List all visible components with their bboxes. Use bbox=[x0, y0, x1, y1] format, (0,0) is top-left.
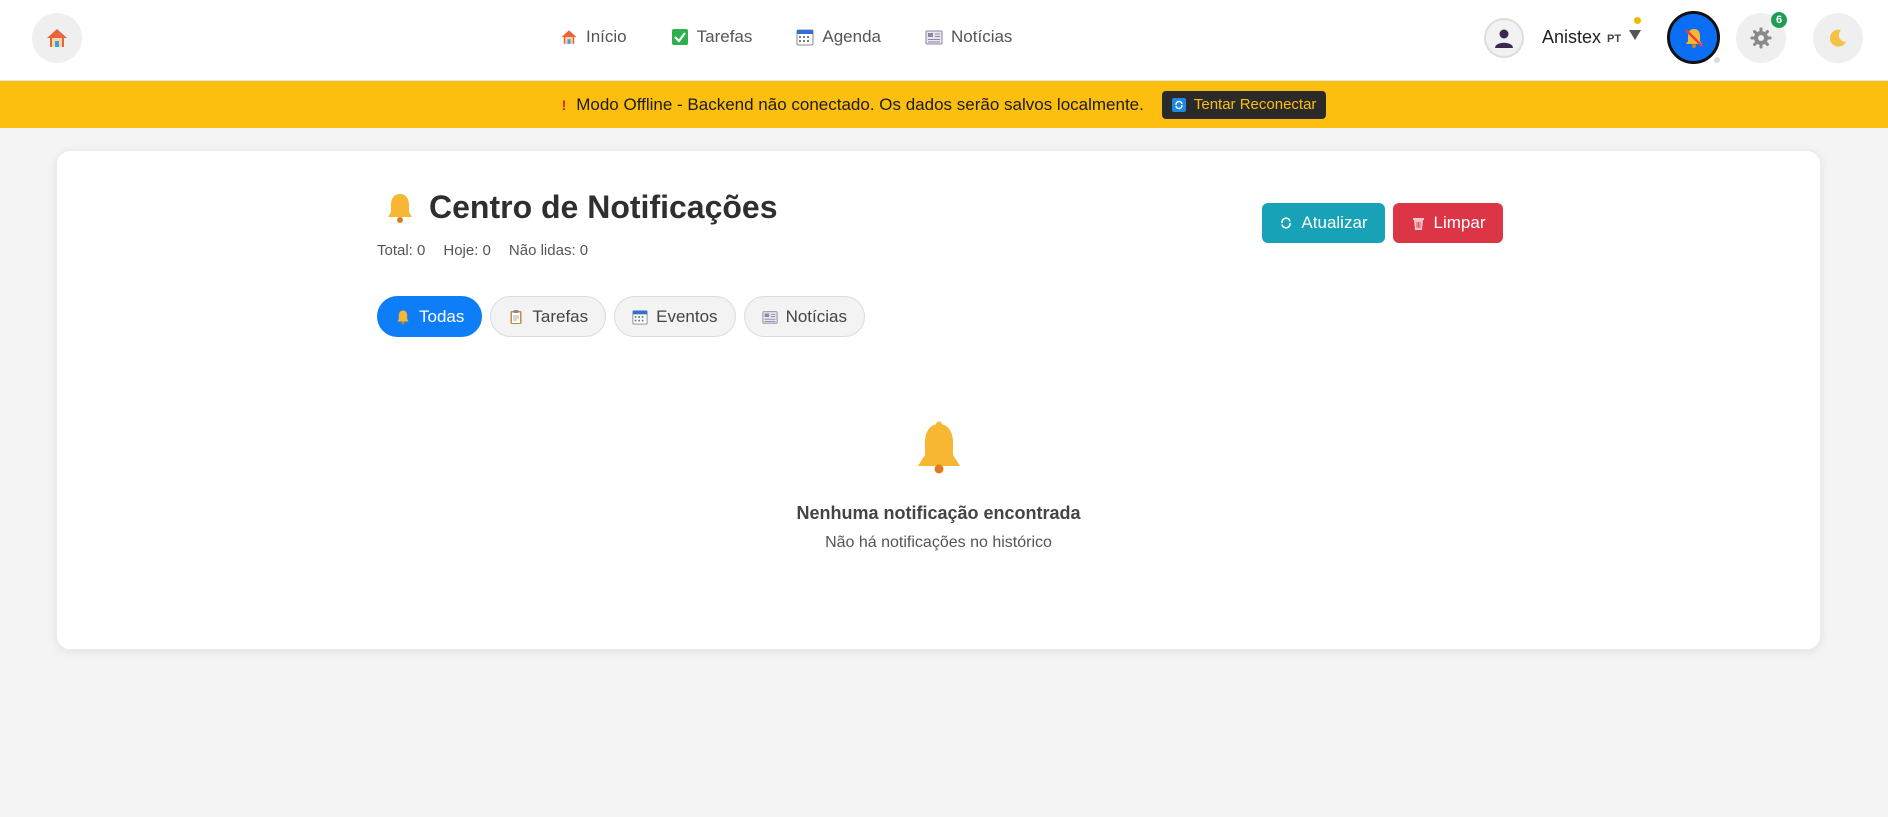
user-icon bbox=[1495, 29, 1513, 48]
stat-unread: Não lidas: 0 bbox=[508, 242, 589, 259]
refresh-icon bbox=[1281, 217, 1292, 229]
nav-item-tarefas[interactable]: Tarefas bbox=[671, 27, 753, 47]
user-avatar[interactable] bbox=[1484, 18, 1524, 58]
nav-item-agenda[interactable]: Agenda bbox=[796, 27, 881, 47]
notifications-button[interactable] bbox=[1667, 11, 1720, 64]
house-icon bbox=[47, 29, 67, 47]
refresh-icon bbox=[1171, 97, 1186, 112]
nav-item-label: Notícias bbox=[951, 27, 1013, 46]
tab-label: Tarefas bbox=[532, 306, 589, 326]
bell-icon bbox=[917, 421, 960, 474]
tab-eventos[interactable]: Eventos bbox=[614, 296, 736, 337]
empty-title: Nenhuma notificação encontrada bbox=[796, 503, 1081, 523]
reconnect-button[interactable]: Tentar Reconectar bbox=[1161, 90, 1327, 119]
refresh-label: Atualizar bbox=[1301, 213, 1368, 232]
home-button[interactable] bbox=[32, 13, 82, 63]
notification-stats: Total: 0 Hoje: 0 Não lidas: 0 bbox=[377, 242, 588, 259]
moon-icon bbox=[1829, 29, 1846, 47]
house-icon bbox=[560, 28, 578, 46]
tab-tarefas[interactable]: Tarefas bbox=[490, 296, 607, 337]
warning-icon: ! bbox=[561, 96, 567, 113]
chevron-down-icon[interactable] bbox=[1629, 30, 1641, 40]
indicator-dot bbox=[1714, 57, 1720, 63]
notifications-card: Centro de Notificações Total: 0 Hoje: 0 … bbox=[56, 150, 1821, 650]
theme-toggle-button[interactable] bbox=[1813, 13, 1863, 63]
language-badge: PT bbox=[1607, 33, 1622, 45]
offline-banner: ! Modo Offline - Backend não conectado. … bbox=[0, 81, 1888, 128]
tab-noticias[interactable]: Notícias bbox=[743, 296, 865, 337]
empty-subtitle: Não há notificações no histórico bbox=[825, 534, 1052, 551]
nav-item-label: Tarefas bbox=[696, 27, 753, 46]
nav-item-label: Início bbox=[586, 27, 627, 46]
tab-label: Eventos bbox=[656, 306, 718, 326]
calendar-icon bbox=[632, 309, 648, 325]
clear-label: Limpar bbox=[1433, 213, 1486, 232]
checkbox-icon bbox=[671, 28, 689, 46]
nav-item-noticias[interactable]: Notícias bbox=[925, 27, 1012, 47]
reconnect-label: Tentar Reconectar bbox=[1193, 96, 1317, 113]
offline-message: ! Modo Offline - Backend não conectado. … bbox=[562, 95, 1144, 115]
clear-button[interactable]: Limpar bbox=[1393, 203, 1503, 243]
status-dot bbox=[1634, 17, 1641, 24]
bell-off-icon bbox=[1684, 28, 1703, 48]
nav-item-inicio[interactable]: Início bbox=[560, 27, 627, 47]
newspaper-icon bbox=[925, 28, 943, 46]
main-nav: Início Tarefas Agenda Notícias bbox=[560, 24, 1012, 50]
nav-item-label: Agenda bbox=[822, 27, 882, 46]
clipboard-icon bbox=[510, 309, 522, 324]
empty-state: Nenhuma notificação encontrada Não há no… bbox=[57, 421, 1820, 552]
trash-icon bbox=[1412, 217, 1424, 230]
bell-icon bbox=[388, 193, 412, 223]
tab-label: Todas bbox=[419, 306, 465, 326]
tab-todas[interactable]: Todas bbox=[377, 296, 483, 337]
tab-label: Notícias bbox=[785, 306, 847, 326]
user-name[interactable]: Anistex bbox=[1542, 27, 1601, 48]
top-navbar: Início Tarefas Agenda Notícias Anistex P… bbox=[0, 0, 1888, 81]
bell-icon bbox=[397, 310, 409, 324]
gear-icon bbox=[1750, 27, 1772, 49]
refresh-button[interactable]: Atualizar bbox=[1262, 203, 1385, 243]
stat-total: Total: 0 bbox=[377, 242, 426, 259]
newspaper-icon bbox=[762, 310, 778, 324]
filter-tabs: Todas Tarefas Eventos Notícias bbox=[377, 296, 865, 337]
offline-text: Modo Offline - Backend não conectado. Os… bbox=[576, 94, 1144, 114]
settings-badge: 6 bbox=[1771, 12, 1787, 28]
page-title-text: Centro de Notificações bbox=[429, 189, 778, 225]
stat-today: Hoje: 0 bbox=[443, 242, 491, 259]
page-title: Centro de Notificações bbox=[383, 189, 778, 226]
calendar-icon bbox=[796, 28, 814, 46]
